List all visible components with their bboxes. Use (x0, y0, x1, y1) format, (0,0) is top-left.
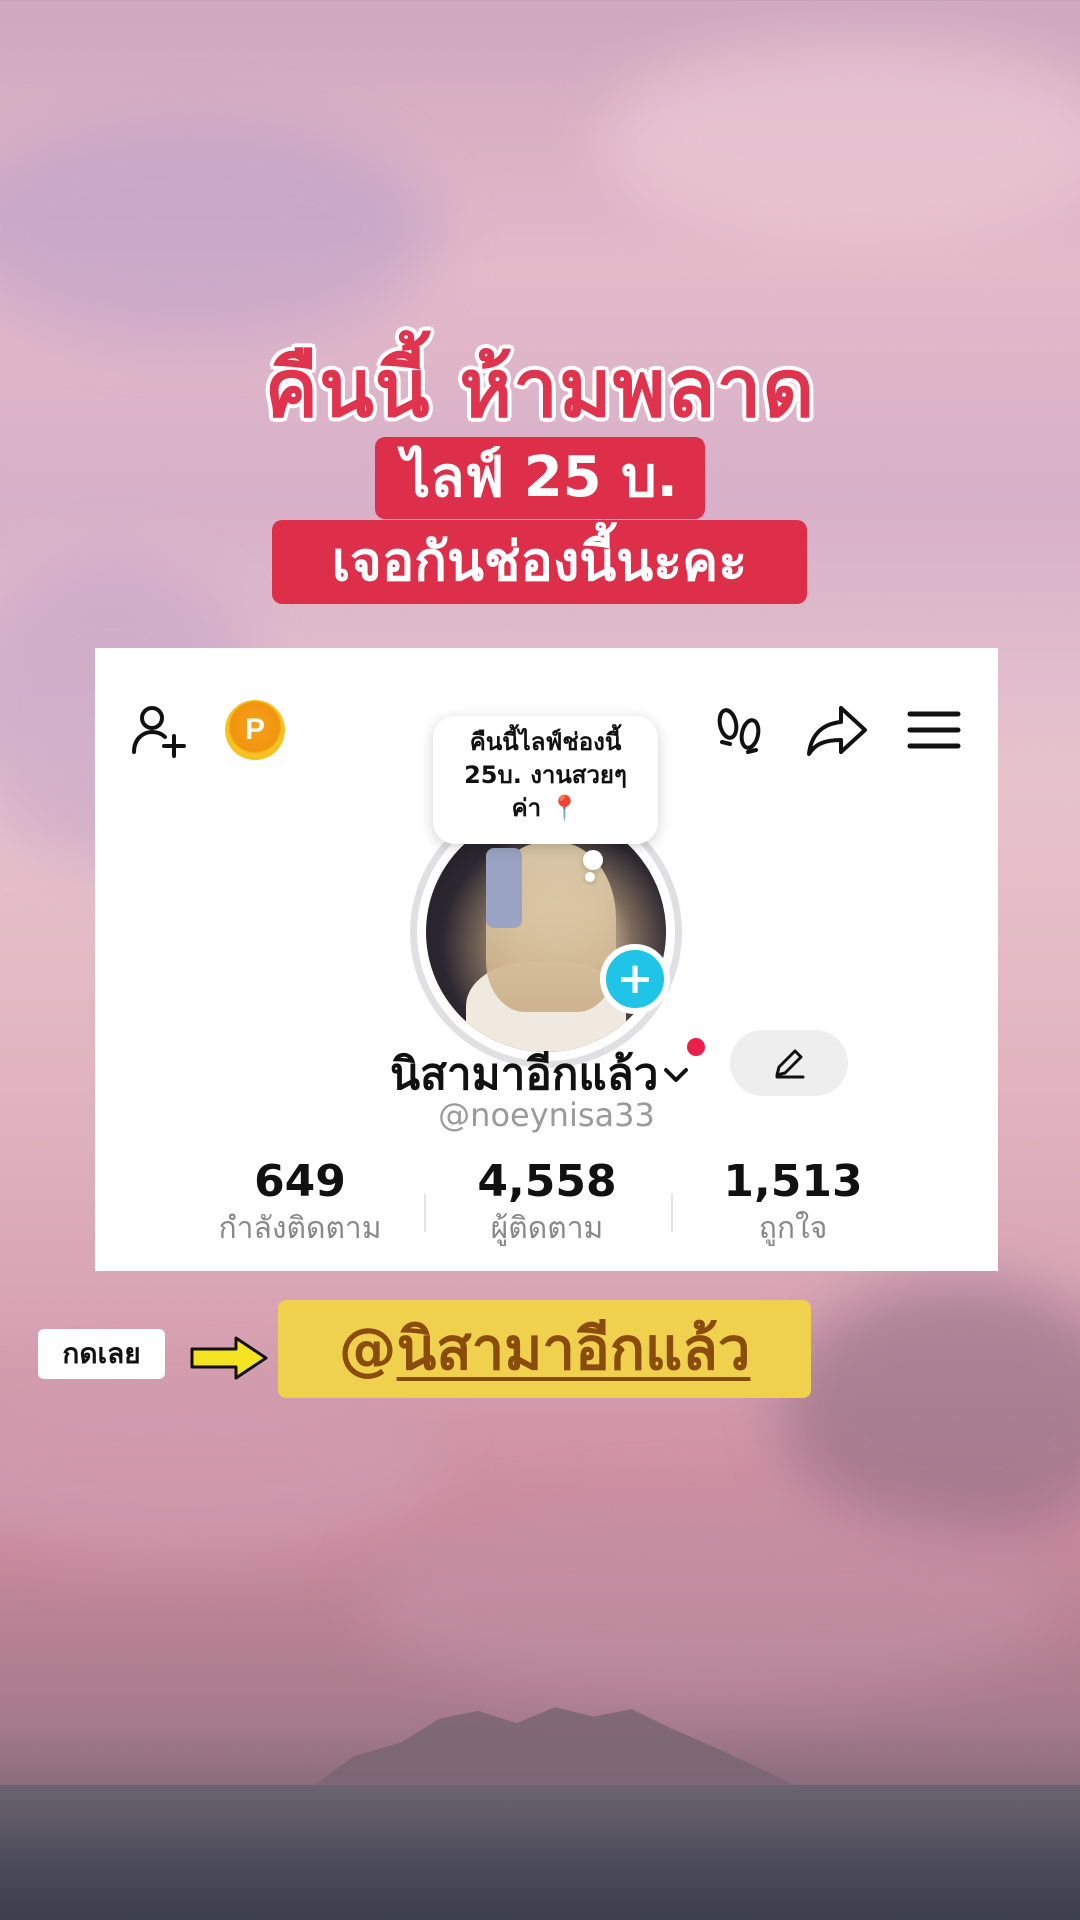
divider (424, 1194, 426, 1232)
menu-icon[interactable] (905, 700, 963, 760)
plus-icon[interactable]: + (600, 944, 670, 1014)
cta-name: นิสามาอีกแล้ว (396, 1315, 751, 1383)
points-icon[interactable]: P (225, 700, 285, 760)
stat-label: ผู้ติดตาม (490, 1211, 604, 1246)
bubble-line: ค่า 📍 (511, 794, 580, 822)
arrow-right-icon (190, 1335, 270, 1381)
footprint-icon[interactable] (710, 700, 770, 760)
sea (0, 1785, 1080, 1920)
stat-value: 649 (254, 1156, 346, 1207)
headline: คืนนี้ ห้ามพลาด (264, 342, 816, 435)
add-user-icon[interactable] (130, 700, 190, 760)
meet-tag: เจอกันช่องนี้นะคะ (272, 520, 807, 604)
edit-profile-button[interactable] (730, 1030, 848, 1096)
profile-card: P + คืนนี้ไลฟ์ช่องนี้ 25บ. งานสวยๆ ค่า 📍 (95, 648, 998, 1271)
cta-at: @ (338, 1315, 397, 1383)
press-now-label: กดเลย (38, 1329, 165, 1379)
price-tag: ไลฟ์ 25 บ. (375, 437, 705, 519)
island (315, 1707, 795, 1785)
stat-followers[interactable]: 4,558 ผู้ติดตาม (427, 1156, 667, 1250)
bubble-line: คืนนี้ไลฟ์ช่องนี้ (469, 728, 622, 756)
edit-pencil-icon (775, 1049, 805, 1079)
share-icon[interactable] (805, 700, 869, 760)
notification-dot (687, 1038, 705, 1056)
bubble-line: 25บ. งานสวยๆ (464, 761, 627, 789)
stat-value: 4,558 (477, 1156, 617, 1207)
stat-label: ถูกใจ (758, 1211, 828, 1246)
stat-following[interactable]: 649 กำลังติดตาม (180, 1156, 420, 1250)
username-handle: @noeynisa33 (438, 1096, 655, 1134)
stat-label: กำลังติดตาม (218, 1211, 382, 1246)
chevron-down-icon[interactable] (661, 1060, 691, 1090)
stat-value: 1,513 (723, 1156, 863, 1207)
avatar[interactable] (426, 812, 666, 1052)
stat-likes[interactable]: 1,513 ถูกใจ (673, 1156, 913, 1250)
stats-row: 649 กำลังติดตาม 4,558 ผู้ติดตาม 1,513 ถู… (95, 1156, 998, 1256)
note-bubble[interactable]: คืนนี้ไลฟ์ช่องนี้ 25บ. งานสวยๆ ค่า 📍 (433, 716, 658, 844)
bubble-tail (583, 850, 603, 870)
profile-link-button[interactable]: @นิสามาอีกแล้ว (278, 1300, 811, 1398)
bubble-tail (585, 872, 595, 882)
